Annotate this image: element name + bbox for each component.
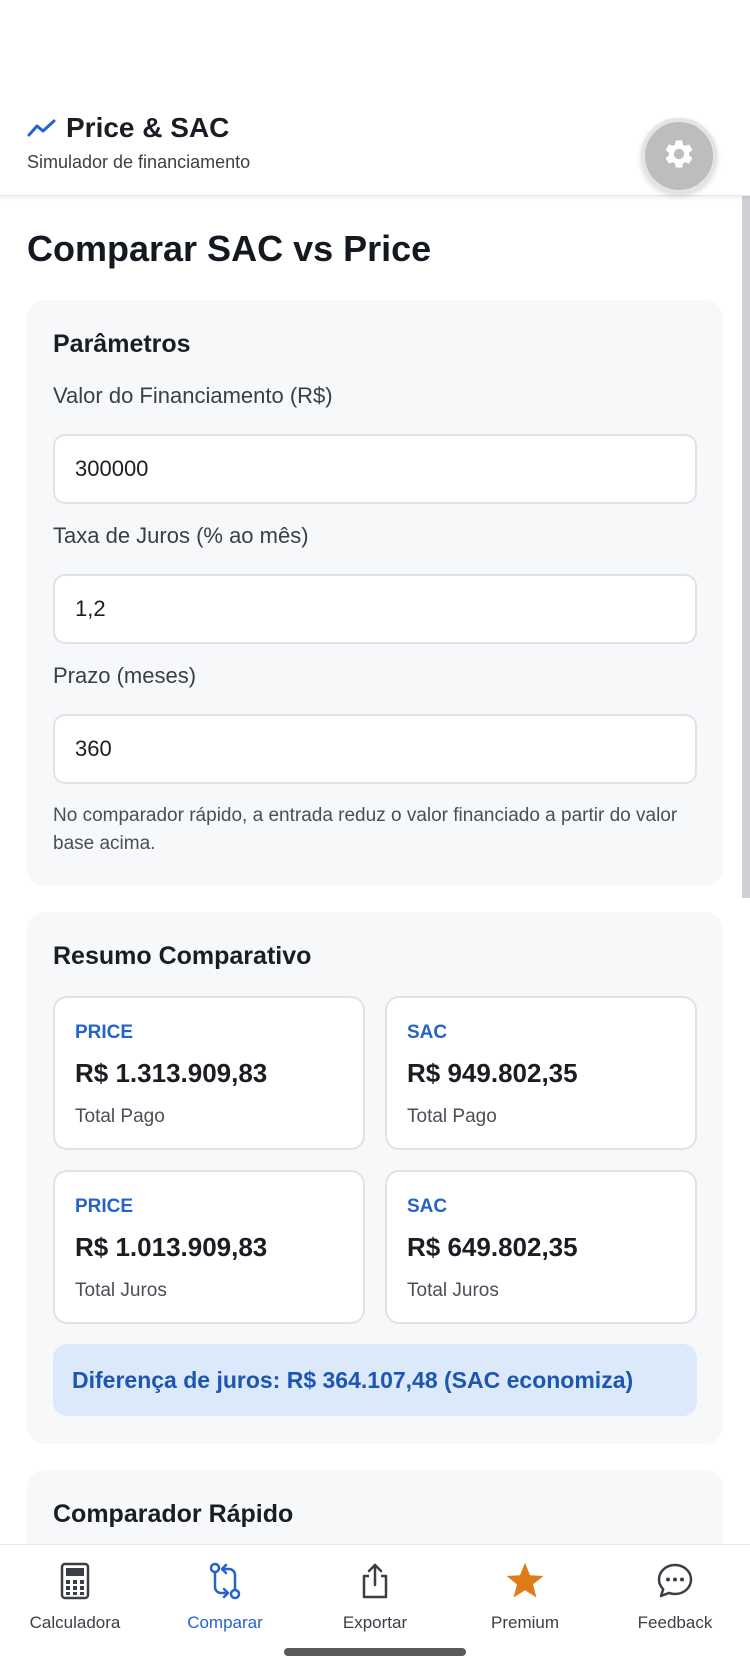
nav-item-comparar[interactable]: Comparar bbox=[150, 1545, 300, 1645]
stat-tag: SAC bbox=[407, 1196, 448, 1217]
scrollbar[interactable] bbox=[742, 196, 750, 898]
parameters-title: Parâmetros bbox=[53, 330, 191, 358]
nav-label: Calculadora bbox=[29, 1613, 121, 1632]
quick-comparator-title: Comparador Rápido bbox=[53, 1500, 294, 1528]
nav-label: Exportar bbox=[342, 1613, 408, 1632]
brand: Price & SAC bbox=[27, 112, 229, 144]
summary-card: Resumo Comparativo PRICE R$ 1.313.909,83… bbox=[27, 912, 723, 1444]
calculator-icon bbox=[53, 1559, 97, 1603]
page-title: Comparar SAC vs Price bbox=[27, 228, 432, 269]
term-label: Prazo (meses) bbox=[53, 663, 197, 688]
star-icon bbox=[503, 1559, 547, 1603]
interest-difference-banner: Diferença de juros: R$ 364.107,48 (SAC e… bbox=[53, 1344, 697, 1416]
nav-item-calculadora[interactable]: Calculadora bbox=[0, 1545, 150, 1645]
amount-label: Valor do Financiamento (R$) bbox=[53, 383, 333, 408]
compare-arrows-icon bbox=[203, 1559, 247, 1603]
price-total-paid-card: PRICE R$ 1.313.909,83 Total Pago bbox=[53, 996, 365, 1150]
price-total-interest-card: PRICE R$ 1.013.909,83 Total Juros bbox=[53, 1170, 365, 1324]
sac-total-paid-card: SAC R$ 949.802,35 Total Pago bbox=[385, 996, 697, 1150]
nav-item-feedback[interactable]: Feedback bbox=[600, 1545, 750, 1645]
sac-total-interest-card: SAC R$ 649.802,35 Total Juros bbox=[385, 1170, 697, 1324]
rate-label: Taxa de Juros (% ao mês) bbox=[53, 523, 309, 548]
app-title: Price & SAC bbox=[66, 112, 230, 143]
app-subtitle: Simulador de financiamento bbox=[27, 152, 251, 172]
gear-icon bbox=[662, 137, 696, 176]
stat-tag: PRICE bbox=[75, 1196, 134, 1217]
nav-item-premium[interactable]: Premium bbox=[450, 1545, 600, 1645]
stat-value: R$ 1.313.909,83 bbox=[75, 1058, 268, 1088]
app-header: Price & SAC Simulador de financiamento bbox=[0, 0, 750, 196]
chat-bubble-icon bbox=[653, 1559, 697, 1603]
stat-value: R$ 1.013.909,83 bbox=[75, 1232, 268, 1262]
trending-line-icon bbox=[27, 117, 57, 139]
summary-title: Resumo Comparativo bbox=[53, 942, 312, 970]
nav-label: Premium bbox=[490, 1613, 559, 1632]
home-indicator[interactable] bbox=[284, 1648, 466, 1656]
settings-button[interactable] bbox=[641, 118, 717, 194]
stat-value: R$ 949.802,35 bbox=[407, 1058, 578, 1088]
nav-item-exportar[interactable]: Exportar bbox=[300, 1545, 450, 1645]
stat-tag: SAC bbox=[407, 1022, 448, 1043]
stat-caption: Total Pago bbox=[75, 1106, 165, 1127]
quick-compare-hint: No comparador rápido, a entrada reduz o … bbox=[53, 805, 678, 854]
nav-label: Feedback bbox=[637, 1613, 713, 1632]
nav-label: Comparar bbox=[187, 1613, 263, 1632]
rate-input[interactable] bbox=[53, 574, 697, 644]
share-upload-icon bbox=[353, 1559, 397, 1603]
stat-caption: Total Juros bbox=[75, 1280, 167, 1301]
parameters-card: Parâmetros Valor do Financiamento (R$) T… bbox=[27, 300, 723, 886]
stat-value: R$ 649.802,35 bbox=[407, 1232, 578, 1262]
amount-input[interactable] bbox=[53, 434, 697, 504]
stat-tag: PRICE bbox=[75, 1022, 134, 1043]
term-input[interactable] bbox=[53, 714, 697, 784]
stat-caption: Total Juros bbox=[407, 1280, 499, 1301]
stat-caption: Total Pago bbox=[407, 1106, 497, 1127]
